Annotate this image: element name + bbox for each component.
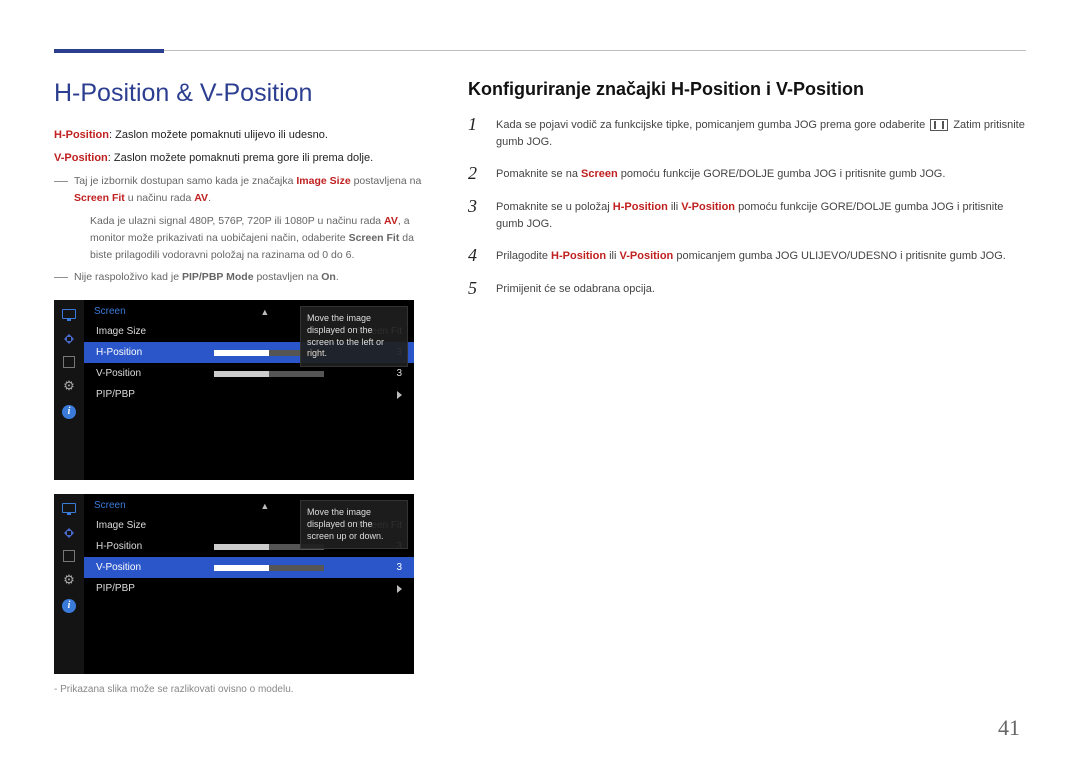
- osd-screenshot-hposition: ⚙ i Screen▲ Image SizeScreen Fit H-Posit…: [54, 300, 414, 480]
- top-rule: [54, 50, 1026, 51]
- gear-icon: ⚙: [61, 572, 77, 588]
- accent-bar: [54, 49, 164, 53]
- monitor-icon: [61, 306, 77, 322]
- slider: [214, 371, 324, 377]
- page-number: 41: [998, 715, 1020, 741]
- square-icon: [63, 356, 75, 368]
- chevron-right-icon: [397, 391, 402, 399]
- square-icon: [63, 550, 75, 562]
- up-arrow-icon: ▲: [260, 307, 269, 317]
- dpad-icon: [62, 526, 76, 540]
- left-column: H-Position & V-Position H-Position: Zasl…: [54, 79, 434, 695]
- step-3: 3 Pomaknite se u položaj H-Position ili …: [468, 196, 1026, 233]
- def-hposition: H-Position: Zaslon možete pomaknuti ulij…: [54, 126, 434, 145]
- up-arrow-icon: ▲: [260, 501, 269, 511]
- section-title: Konfiguriranje značajki H-Position i V-P…: [468, 79, 1026, 100]
- osd-tooltip: Move the image displayed on the screen t…: [300, 306, 408, 367]
- osd-title: Screen: [94, 500, 126, 511]
- osd-screenshot-vposition: ⚙ i Screen▲ Image SizeScreen Fit H-Posit…: [54, 494, 414, 674]
- step-1: 1 Kada se pojavi vodič za funkcijske tip…: [468, 114, 1026, 151]
- osd-row-vposition: V-Position3: [84, 557, 414, 578]
- step-4: 4 Prilagodite H-Position ili V-Position …: [468, 245, 1026, 266]
- dpad-icon: [62, 332, 76, 346]
- page-title: H-Position & V-Position: [54, 79, 434, 108]
- note-sub: Kada je ulazni signal 480P, 576P, 720P i…: [90, 213, 434, 263]
- osd-title: Screen: [94, 306, 126, 317]
- step-2: 2 Pomaknite se na Screen pomoću funkcije…: [468, 163, 1026, 184]
- osd-row-pip: PIP/PBP: [84, 578, 414, 599]
- def-vposition: V-Position: Zaslon možete pomaknuti prem…: [54, 149, 434, 168]
- osd-tooltip: Move the image displayed on the screen u…: [300, 500, 408, 549]
- note-image-size: ― Taj je izbornik dostupan samo kada je …: [54, 173, 434, 263]
- right-column: Konfiguriranje značajki H-Position i V-P…: [468, 79, 1026, 695]
- gear-icon: ⚙: [61, 378, 77, 394]
- osd-row-pip: PIP/PBP: [84, 384, 414, 405]
- info-icon: i: [61, 404, 77, 420]
- monitor-icon: [61, 500, 77, 516]
- step-5: 5 Primijenit će se odabrana opcija.: [468, 278, 1026, 299]
- info-icon: i: [61, 598, 77, 614]
- menu-icon: [930, 119, 948, 131]
- slider: [214, 565, 324, 571]
- image-caption: - Prikazana slika može se razlikovati ov…: [54, 684, 434, 695]
- note-pip-pbp: ― Nije raspoloživo kad je PIP/PBP Mode p…: [54, 269, 434, 286]
- chevron-right-icon: [397, 585, 402, 593]
